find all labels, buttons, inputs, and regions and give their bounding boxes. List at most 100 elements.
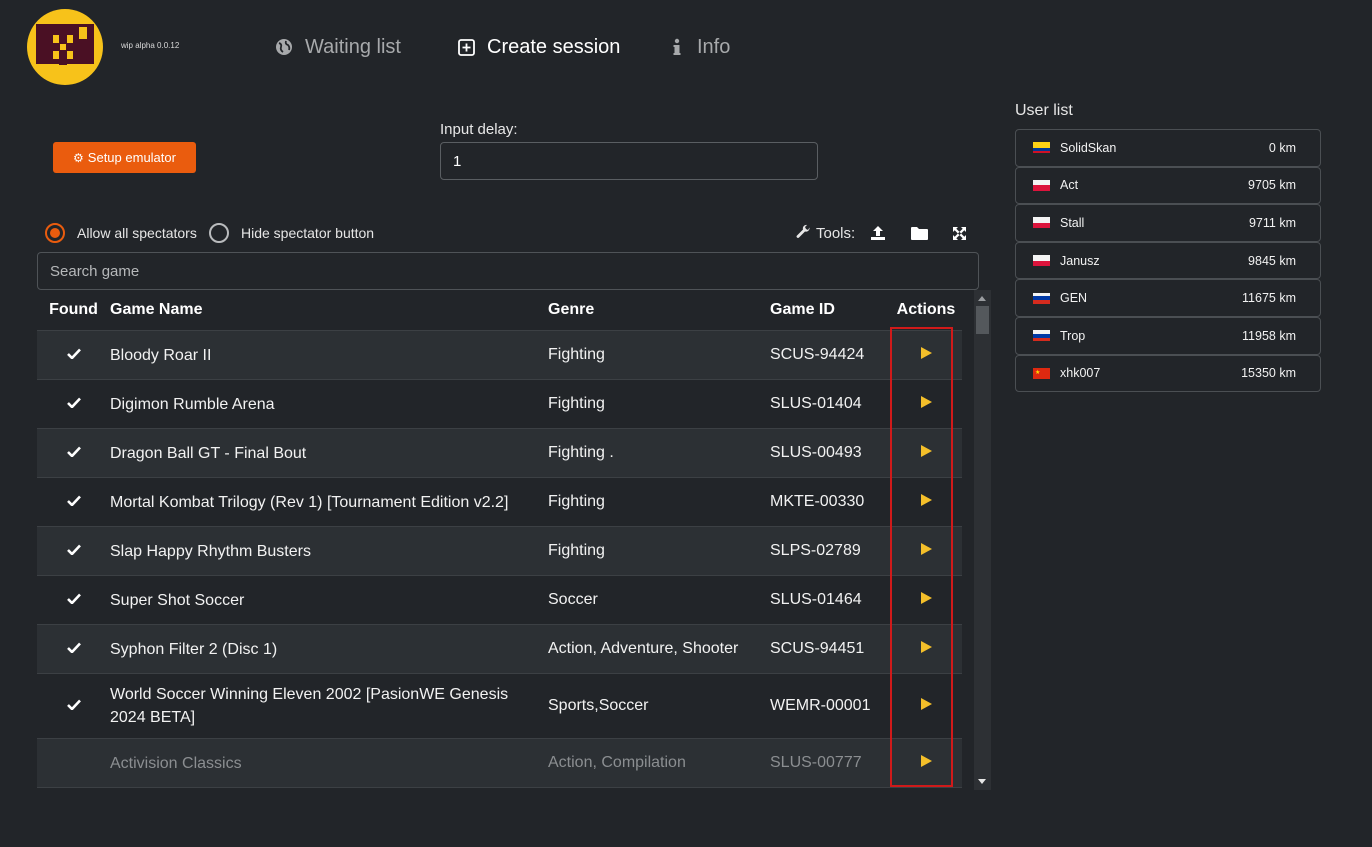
poland-flag-icon — [1033, 217, 1050, 229]
check-icon — [66, 542, 81, 560]
gear-icon: ⚙ — [73, 150, 84, 165]
expand-icon[interactable] — [949, 223, 969, 243]
found-cell — [37, 591, 110, 609]
table-row[interactable]: Slap Happy Rhythm Busters Fighting SLPS-02… — [37, 527, 962, 576]
game-name-cell: World Soccer Winning Eleven 2002 [Pasion… — [110, 686, 509, 726]
found-cell — [37, 395, 110, 413]
hide-spectator-button-radio[interactable]: Hide spectator button — [209, 222, 374, 244]
user-name: Stall — [1060, 215, 1085, 230]
china-flag-icon: ★ — [1033, 367, 1050, 379]
header-genre: Genre — [548, 301, 595, 318]
check-icon — [66, 395, 81, 413]
user-name: GEN — [1060, 291, 1088, 306]
play-icon[interactable] — [920, 347, 932, 359]
found-cell — [37, 493, 110, 511]
game-id-cell: SLUS-01404 — [770, 395, 862, 412]
play-icon[interactable] — [920, 698, 932, 710]
game-name-cell: Slap Happy Rhythm Busters — [110, 542, 311, 560]
game-name-cell: Digimon Rumble Arena — [110, 395, 275, 413]
upload-icon[interactable] — [868, 223, 888, 243]
table-row[interactable]: Activision Classics Action, Compilation SL… — [37, 739, 962, 788]
scrollbar-thumb[interactable] — [976, 306, 989, 334]
user-name: xhk007 — [1060, 366, 1101, 381]
found-cell — [37, 640, 110, 658]
allow-all-spectators-radio[interactable]: Allow all spectators — [45, 222, 197, 244]
game-id-cell: SLUS-01464 — [770, 591, 862, 608]
user-distance: 15350 km — [1241, 366, 1296, 381]
table-row[interactable]: Mortal Kombat Trilogy (Rev 1) [Tournamen… — [37, 478, 962, 527]
table-row[interactable]: Dragon Ball GT - Final Bout Fighting . SLU… — [37, 429, 962, 478]
actions-cell — [890, 444, 962, 462]
genre-cell: Fighting . — [548, 444, 614, 461]
nav-waiting-list-label: Waiting list — [305, 35, 401, 58]
user-distance: 9711 km — [1248, 215, 1296, 230]
user-list-item[interactable]: Janusz 9845 km — [1015, 241, 1321, 280]
user-list-item[interactable]: Trop 11958 km — [1015, 316, 1321, 355]
input-delay-label: Input delay: — [440, 121, 518, 138]
play-icon[interactable] — [920, 494, 932, 506]
user-list-item[interactable]: SolidSkan 0 km — [1015, 129, 1321, 167]
game-name-cell: Bloody Roar II — [110, 346, 212, 364]
table-row[interactable]: Digimon Rumble Arena Fighting SLUS-01404 — [37, 380, 962, 429]
actions-cell — [890, 754, 962, 772]
actions-cell — [890, 346, 962, 364]
game-id-cell: SLPS-02789 — [770, 542, 861, 559]
play-icon[interactable] — [920, 755, 932, 767]
user-list-title: User list — [1015, 102, 1073, 119]
genre-cell: Fighting — [548, 493, 605, 510]
table-row[interactable]: Syphon Filter 2 (Disc 1) Action, Adventur… — [37, 625, 962, 674]
setup-emulator-button[interactable]: ⚙ Setup emulator — [53, 142, 196, 173]
play-icon[interactable] — [920, 396, 932, 408]
actions-cell — [890, 640, 962, 658]
setup-emulator-label: Setup emulator — [87, 150, 176, 165]
user-list-item[interactable]: ★ xhk007 15350 km — [1015, 354, 1321, 393]
folder-icon[interactable] — [909, 223, 929, 243]
check-icon — [66, 697, 81, 715]
user-list-item[interactable]: Act 9705 km — [1015, 166, 1321, 205]
check-icon — [66, 493, 81, 511]
header-found: Found — [49, 301, 98, 318]
actions-cell — [890, 697, 962, 715]
check-icon — [66, 640, 81, 658]
table-row[interactable]: Bloody Roar II Fighting SCUS-94424 — [37, 331, 962, 380]
genre-cell: Soccer — [548, 591, 598, 608]
colombia-flag-icon — [1033, 142, 1050, 154]
poland-flag-icon — [1033, 255, 1050, 267]
nav-info[interactable]: Info — [672, 34, 730, 60]
user-list-item[interactable]: Stall 9711 km — [1015, 204, 1321, 242]
genre-cell: Fighting — [548, 346, 605, 363]
table-row[interactable]: World Soccer Winning Eleven 2002 [Pasion… — [37, 674, 962, 739]
header-game-name: Game Name — [110, 301, 203, 318]
user-list-item[interactable]: GEN 11675 km — [1015, 279, 1321, 317]
input-delay-field[interactable] — [440, 142, 818, 180]
header-game-id: Game ID — [770, 301, 835, 318]
genre-cell: Sports,Soccer — [548, 697, 649, 714]
play-icon[interactable] — [920, 592, 932, 604]
scroll-up-arrow-icon[interactable] — [978, 296, 986, 301]
game-id-cell: SLUS-00493 — [770, 444, 862, 461]
info-icon — [672, 38, 682, 56]
check-icon — [66, 346, 81, 364]
search-game-input[interactable] — [37, 252, 979, 290]
play-icon[interactable] — [920, 445, 932, 457]
found-cell — [37, 542, 110, 560]
header-actions: Actions — [896, 301, 956, 318]
actions-cell — [890, 493, 962, 511]
table-header: Found Game Name Genre Game ID Actions — [37, 290, 962, 331]
user-distance: 9705 km — [1248, 178, 1296, 193]
user-distance: 9845 km — [1248, 253, 1296, 268]
scroll-down-arrow-icon[interactable] — [978, 779, 986, 784]
game-name-cell: Syphon Filter 2 (Disc 1) — [110, 640, 278, 658]
user-name: Act — [1060, 178, 1079, 193]
table-row[interactable]: Super Shot Soccer Soccer SLUS-01464 — [37, 576, 962, 625]
game-name-cell: Activision Classics — [110, 754, 242, 772]
version-label: wip alpha 0.0.12 — [121, 41, 180, 50]
allow-all-spectators-label: Allow all spectators — [77, 225, 197, 241]
nav-waiting-list[interactable]: Waiting list — [275, 34, 401, 60]
user-list: SolidSkan 0 km Act 9705 km Stall 9711 km Janus… — [1015, 129, 1321, 393]
actions-cell — [890, 395, 962, 413]
play-icon[interactable] — [920, 641, 932, 653]
nav-create-session[interactable]: Create session — [457, 34, 620, 60]
play-icon[interactable] — [920, 543, 932, 555]
table-scrollbar[interactable] — [974, 290, 991, 790]
